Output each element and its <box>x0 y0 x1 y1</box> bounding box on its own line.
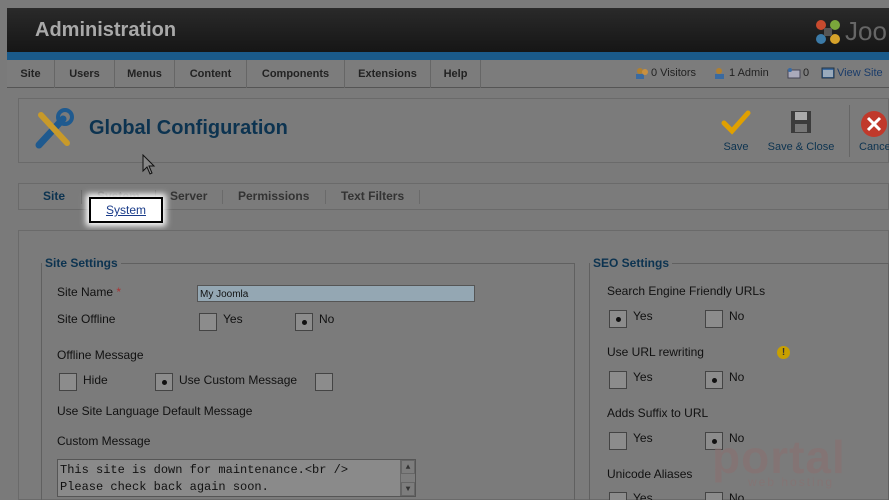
site-settings-legend: Site Settings <box>45 256 118 270</box>
unicode-yes-radio[interactable] <box>609 492 627 500</box>
custom-message-label: Custom Message <box>57 434 151 448</box>
page-title: Global Configuration <box>89 117 288 139</box>
cancel-label: Cancel <box>859 141 889 153</box>
rewrite-no-radio[interactable] <box>705 371 723 389</box>
unicode-no-label: No <box>729 491 745 500</box>
site-offline-label: Site Offline <box>57 312 116 326</box>
offline-hide-radio[interactable] <box>59 373 77 391</box>
save-close-label: Save & Close <box>767 141 835 153</box>
floppy-disk-icon <box>791 111 811 133</box>
system-tab-highlight-label: System <box>105 203 146 217</box>
visitors-count: 0 Visitors <box>651 67 697 79</box>
sef-yes-label: Yes <box>633 309 653 323</box>
joomla-logo-text: Joo <box>845 16 887 46</box>
tab-divider <box>325 190 326 204</box>
mouse-cursor-icon <box>142 154 156 175</box>
toolbar-divider <box>849 105 850 157</box>
admin-count: 1 Admin <box>729 67 769 79</box>
required-marker: * <box>116 285 122 299</box>
offline-hide-label: Hide <box>83 373 108 387</box>
seo-settings-legend: SEO Settings <box>593 256 670 270</box>
site-offline-yes-label: Yes <box>223 312 243 326</box>
admin-header: Administration Joo <box>7 8 889 56</box>
cancel-icon <box>861 111 887 137</box>
offline-default-label: Use Site Language Default Message <box>57 404 253 418</box>
site-offline-yes-radio[interactable] <box>199 313 217 331</box>
save-button[interactable]: Save <box>711 109 761 153</box>
menu-menus[interactable]: Menus <box>115 60 175 88</box>
tab-server[interactable]: Server <box>170 184 207 209</box>
offline-default-radio[interactable] <box>315 373 333 391</box>
rewrite-yes-label: Yes <box>633 370 653 384</box>
menu-extensions[interactable]: Extensions <box>345 60 431 88</box>
suffix-yes-radio[interactable] <box>609 432 627 450</box>
menu-help[interactable]: Help <box>431 60 481 88</box>
suffix-label: Adds Suffix to URL <box>607 406 709 420</box>
tab-divider <box>81 190 82 204</box>
joomla-logo-icon <box>816 20 840 44</box>
messages-count: 0 <box>803 67 810 79</box>
save-label: Save <box>723 141 749 153</box>
save-check-icon <box>721 110 751 135</box>
tab-divider <box>222 190 223 204</box>
tab-text-filters[interactable]: Text Filters <box>341 184 404 209</box>
offline-message-label: Offline Message <box>57 348 144 362</box>
custom-message-textarea[interactable]: This site is down for maintenance.<br />… <box>57 459 416 497</box>
visitors-status[interactable]: 0 Visitors <box>635 67 696 79</box>
menu-site[interactable]: Site <box>7 60 55 88</box>
url-rewriting-label: Use URL rewriting <box>607 345 704 359</box>
site-offline-no-radio[interactable] <box>295 313 313 331</box>
save-close-button[interactable]: Save & Close <box>767 109 835 153</box>
offline-custom-label: Use Custom Message <box>179 373 298 387</box>
joomla-logo[interactable]: Joo <box>813 14 889 50</box>
portal-watermark-tagline: web hosting <box>748 475 835 489</box>
sef-yes-radio[interactable] <box>609 310 627 328</box>
tab-permissions[interactable]: Permissions <box>238 184 309 209</box>
main-menu: Site Users Menus Content Components Exte… <box>7 60 889 88</box>
custom-message-line-1: This site is down for maintenance.<br /> <box>60 463 349 477</box>
custom-message-line-2: Please check back again soon. <box>60 480 269 494</box>
site-name-input[interactable]: My Joomla <box>197 285 475 302</box>
config-tools-icon <box>35 108 74 149</box>
menu-components[interactable]: Components <box>247 60 345 88</box>
sef-urls-label: Search Engine Friendly URLs <box>607 284 766 298</box>
textarea-scrollbar[interactable]: ▲ ▼ <box>400 460 415 496</box>
view-site-link[interactable]: View Site <box>821 67 883 79</box>
admin-status[interactable]: 1 Admin <box>713 67 769 79</box>
unicode-aliases-label: Unicode Aliases <box>607 467 693 481</box>
view-site-icon <box>821 67 835 79</box>
view-site-label: View Site <box>837 67 883 79</box>
system-tab-highlight[interactable]: System <box>89 197 163 223</box>
messages-icon <box>787 67 801 79</box>
sef-no-label: No <box>729 309 745 323</box>
messages-status[interactable]: 0 <box>787 67 809 79</box>
rewrite-no-label: No <box>729 370 745 384</box>
admin-title: Administration <box>35 19 177 41</box>
menu-users[interactable]: Users <box>55 60 115 88</box>
unicode-no-radio[interactable] <box>705 492 723 500</box>
admin-icon <box>713 67 725 79</box>
offline-custom-radio[interactable] <box>155 373 173 391</box>
warning-icon[interactable]: ! <box>777 346 790 359</box>
sef-no-radio[interactable] <box>705 310 723 328</box>
suffix-yes-label: Yes <box>633 431 653 445</box>
cancel-button[interactable]: Cancel <box>855 109 889 153</box>
visitors-icon <box>635 67 648 79</box>
menu-content[interactable]: Content <box>175 60 247 88</box>
rewrite-yes-radio[interactable] <box>609 371 627 389</box>
unicode-yes-label: Yes <box>633 491 653 500</box>
scroll-down-icon[interactable]: ▼ <box>401 482 415 496</box>
site-offline-no-label: No <box>319 312 335 326</box>
tab-site[interactable]: Site <box>43 184 65 209</box>
scroll-up-icon[interactable]: ▲ <box>401 460 415 474</box>
tab-divider <box>419 190 420 204</box>
site-name-label: Site Name * <box>57 285 122 299</box>
header-accent-bar <box>7 52 889 60</box>
